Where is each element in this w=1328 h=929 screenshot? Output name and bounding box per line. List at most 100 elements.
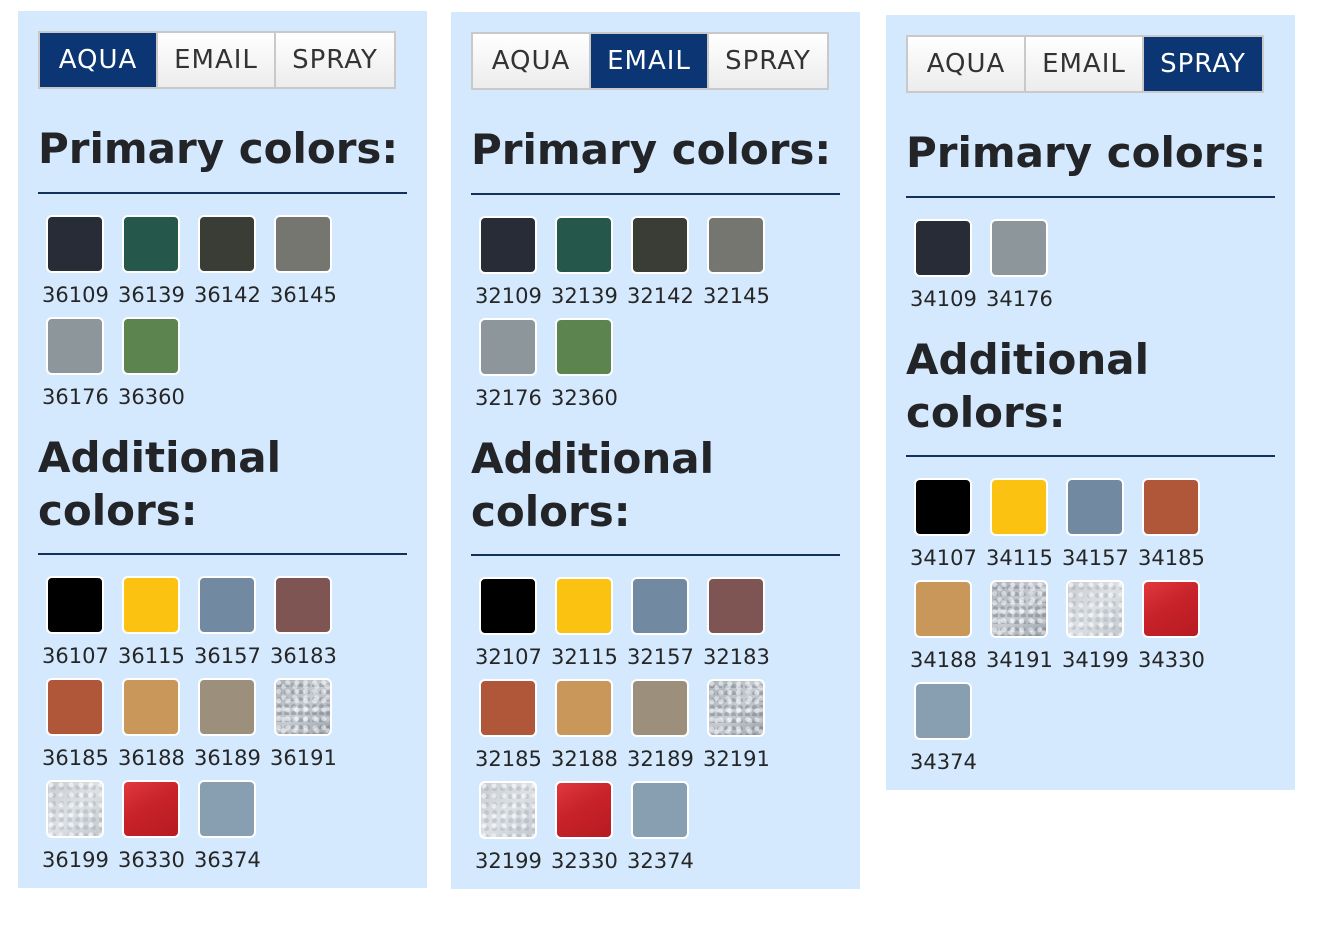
color-chip[interactable] <box>555 679 613 737</box>
color-chip[interactable] <box>46 678 104 736</box>
color-swatch[interactable]: 32191 <box>703 679 773 771</box>
tab-email[interactable]: EMAIL <box>158 33 276 87</box>
color-swatch[interactable]: 36188 <box>118 678 188 770</box>
color-chip[interactable] <box>479 679 537 737</box>
color-swatch[interactable]: 36330 <box>118 780 188 872</box>
color-chip[interactable] <box>914 478 972 536</box>
color-chip[interactable] <box>990 580 1048 638</box>
color-swatch[interactable]: 32185 <box>475 679 545 771</box>
color-swatch[interactable]: 32176 <box>475 318 545 410</box>
color-chip[interactable] <box>274 678 332 736</box>
color-swatch[interactable]: 32360 <box>551 318 621 410</box>
color-swatch[interactable]: 32189 <box>627 679 697 771</box>
color-chip[interactable] <box>631 216 689 274</box>
color-swatch[interactable]: 36374 <box>194 780 264 872</box>
color-swatch[interactable]: 34199 <box>1062 580 1132 672</box>
color-swatch[interactable]: 36176 <box>42 317 112 409</box>
color-swatch[interactable]: 34188 <box>910 580 980 672</box>
color-chip[interactable] <box>707 216 765 274</box>
color-code: 34199 <box>1062 648 1129 672</box>
color-chip[interactable] <box>631 679 689 737</box>
color-chip[interactable] <box>707 679 765 737</box>
tab-aqua[interactable]: AQUA <box>473 34 591 88</box>
color-swatch[interactable]: 34191 <box>986 580 1056 672</box>
color-swatch[interactable]: 36360 <box>118 317 188 409</box>
color-chip[interactable] <box>479 318 537 376</box>
color-chip[interactable] <box>122 576 180 634</box>
color-chip[interactable] <box>1066 580 1124 638</box>
color-swatch[interactable]: 36109 <box>42 215 112 307</box>
color-swatch[interactable]: 32330 <box>551 781 621 873</box>
color-chip[interactable] <box>198 780 256 838</box>
color-swatch[interactable]: 34115 <box>986 478 1056 570</box>
color-chip[interactable] <box>274 576 332 634</box>
color-chip[interactable] <box>1066 478 1124 536</box>
color-chip[interactable] <box>555 781 613 839</box>
color-chip[interactable] <box>198 215 256 273</box>
color-chip[interactable] <box>46 215 104 273</box>
color-chip[interactable] <box>479 216 537 274</box>
color-swatch[interactable]: 32109 <box>475 216 545 308</box>
color-chip[interactable] <box>707 577 765 635</box>
color-chip[interactable] <box>990 219 1048 277</box>
color-swatch[interactable]: 32374 <box>627 781 697 873</box>
color-swatch[interactable]: 36115 <box>118 576 188 668</box>
color-swatch[interactable]: 32145 <box>703 216 773 308</box>
color-chip[interactable] <box>46 780 104 838</box>
color-chip[interactable] <box>479 781 537 839</box>
color-chip[interactable] <box>198 678 256 736</box>
color-swatch[interactable]: 32199 <box>475 781 545 873</box>
tab-email[interactable]: EMAIL <box>591 34 709 88</box>
color-swatch[interactable]: 36199 <box>42 780 112 872</box>
color-swatch[interactable]: 34107 <box>910 478 980 570</box>
color-swatch[interactable]: 36191 <box>270 678 340 770</box>
color-chip[interactable] <box>198 576 256 634</box>
color-swatch[interactable]: 34109 <box>910 219 980 311</box>
tab-aqua[interactable]: AQUA <box>40 33 158 87</box>
color-chip[interactable] <box>479 577 537 635</box>
color-swatch[interactable]: 36157 <box>194 576 264 668</box>
color-swatch[interactable]: 32107 <box>475 577 545 669</box>
color-chip[interactable] <box>122 780 180 838</box>
color-chip[interactable] <box>122 317 180 375</box>
color-swatch[interactable]: 32139 <box>551 216 621 308</box>
tab-email[interactable]: EMAIL <box>1026 37 1144 91</box>
color-swatch[interactable]: 34157 <box>1062 478 1132 570</box>
tab-aqua[interactable]: AQUA <box>908 37 1026 91</box>
color-swatch[interactable]: 36107 <box>42 576 112 668</box>
color-chip[interactable] <box>631 781 689 839</box>
color-chip[interactable] <box>122 215 180 273</box>
color-swatch[interactable]: 36139 <box>118 215 188 307</box>
color-swatch[interactable]: 36183 <box>270 576 340 668</box>
color-swatch[interactable]: 36142 <box>194 215 264 307</box>
color-chip[interactable] <box>555 577 613 635</box>
color-swatch[interactable]: 32115 <box>551 577 621 669</box>
color-swatch[interactable]: 32157 <box>627 577 697 669</box>
color-chip[interactable] <box>274 215 332 273</box>
color-swatch[interactable]: 34374 <box>910 682 980 774</box>
color-swatch[interactable]: 36145 <box>270 215 340 307</box>
color-swatch[interactable]: 34176 <box>986 219 1056 311</box>
color-chip[interactable] <box>914 219 972 277</box>
tab-spray[interactable]: SPRAY <box>276 33 394 87</box>
color-chip[interactable] <box>914 682 972 740</box>
color-swatch[interactable]: 32188 <box>551 679 621 771</box>
color-swatch[interactable]: 34330 <box>1138 580 1208 672</box>
color-chip[interactable] <box>46 317 104 375</box>
tab-spray[interactable]: SPRAY <box>709 34 827 88</box>
color-chip[interactable] <box>46 576 104 634</box>
color-chip[interactable] <box>1142 478 1200 536</box>
color-swatch[interactable]: 32142 <box>627 216 697 308</box>
tab-spray[interactable]: SPRAY <box>1144 37 1262 91</box>
color-swatch[interactable]: 36189 <box>194 678 264 770</box>
color-chip[interactable] <box>1142 580 1200 638</box>
color-swatch[interactable]: 32183 <box>703 577 773 669</box>
color-chip[interactable] <box>631 577 689 635</box>
color-chip[interactable] <box>555 216 613 274</box>
color-chip[interactable] <box>122 678 180 736</box>
color-chip[interactable] <box>914 580 972 638</box>
color-chip[interactable] <box>555 318 613 376</box>
color-chip[interactable] <box>990 478 1048 536</box>
color-swatch[interactable]: 34185 <box>1138 478 1208 570</box>
color-swatch[interactable]: 36185 <box>42 678 112 770</box>
